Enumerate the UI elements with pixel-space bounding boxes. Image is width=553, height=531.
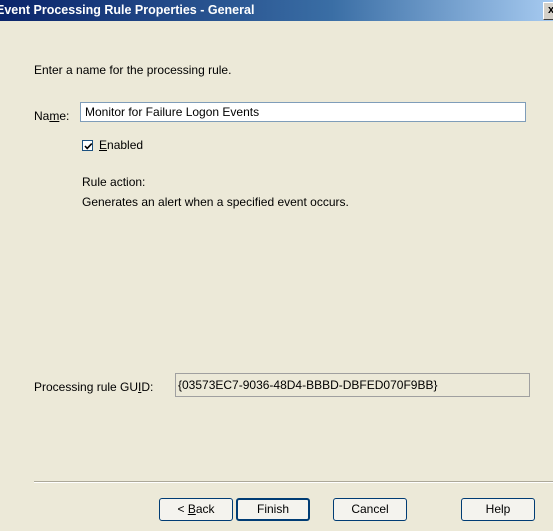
rule-action-label: Rule action: — [82, 175, 146, 189]
name-input[interactable]: Monitor for Failure Logon Events — [80, 102, 526, 122]
guid-label: Processing rule GUID: — [34, 380, 154, 394]
enabled-label: Enabled — [99, 138, 144, 152]
rule-action-description: Generates an alert when a specified even… — [82, 195, 349, 209]
checkmark-icon — [84, 142, 93, 150]
back-button[interactable]: < Back — [159, 498, 233, 521]
title-bar: Event Processing Rule Properties - Gener… — [0, 0, 553, 21]
name-label: Name: — [34, 109, 70, 123]
cancel-button[interactable]: Cancel — [333, 498, 407, 521]
enabled-checkbox-row[interactable]: Enabled — [82, 138, 143, 152]
help-button[interactable]: Help — [461, 498, 535, 521]
close-button[interactable]: x — [543, 2, 553, 20]
finish-button[interactable]: Finish — [236, 498, 310, 521]
window-title: Event Processing Rule Properties - Gener… — [0, 3, 255, 17]
guid-field: {03573EC7-9036-48D4-BBBD-DBFED070F9BB} — [175, 373, 530, 397]
enabled-checkbox[interactable] — [82, 139, 93, 151]
instruction-text: Enter a name for the processing rule. — [34, 63, 232, 77]
separator — [34, 481, 553, 483]
